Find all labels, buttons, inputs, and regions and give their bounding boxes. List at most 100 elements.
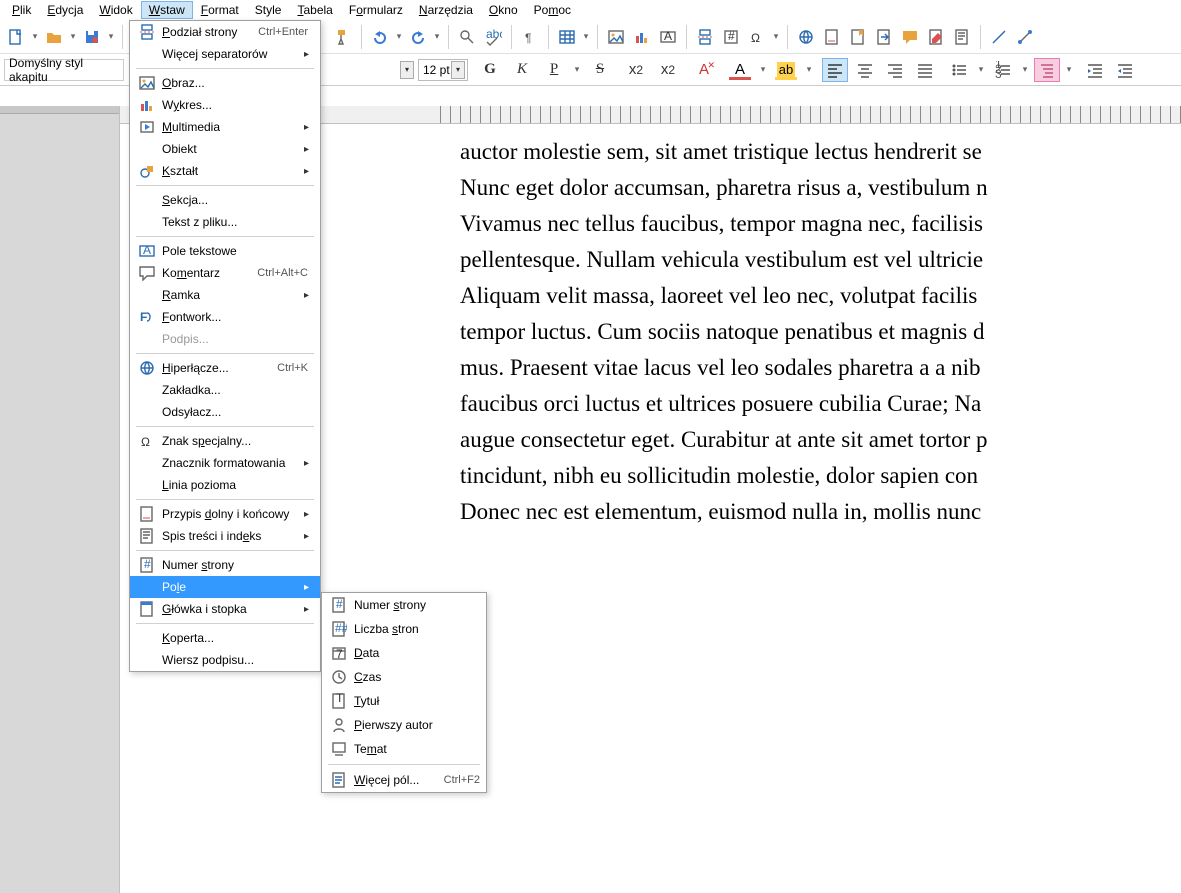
undo-button[interactable] [368, 25, 392, 49]
align-right-button[interactable] [882, 58, 908, 82]
redo-dropdown[interactable]: ▾ [432, 31, 442, 42]
insert-wykres[interactable]: Wykres... [130, 94, 320, 116]
save-button[interactable] [80, 25, 104, 49]
insert-table-button[interactable] [555, 25, 579, 49]
insert-numer-strony[interactable]: #Numer strony [130, 554, 320, 576]
record-changes-button[interactable] [950, 25, 974, 49]
insert-znak-specjalny[interactable]: ΩZnak specjalny... [130, 430, 320, 452]
insert-field-button[interactable]: # [719, 25, 743, 49]
insert-spis-treści-i-indeks[interactable]: Spis treści i indeks▸ [130, 525, 320, 547]
subscript-button[interactable]: x2 [654, 58, 682, 82]
insert-multimedia[interactable]: Multimedia▸ [130, 116, 320, 138]
open-dropdown[interactable]: ▾ [68, 31, 78, 42]
insert-table-dropdown[interactable]: ▾ [581, 31, 591, 42]
align-justify-button[interactable] [912, 58, 938, 82]
menu-wstaw[interactable]: Wstaw [141, 1, 193, 19]
field-numer-strony[interactable]: #Numer strony [322, 593, 486, 617]
save-dropdown[interactable]: ▾ [106, 31, 116, 42]
cross-ref-button[interactable] [872, 25, 896, 49]
field-liczba-stron[interactable]: ##Liczba stron [322, 617, 486, 641]
insert-kształt[interactable]: Kształt▸ [130, 160, 320, 182]
insert-odsyłacz[interactable]: Odsyłacz... [130, 401, 320, 423]
pilcrow-button[interactable]: ¶ [518, 25, 542, 49]
insert-główka-i-stopka[interactable]: Główka i stopka▸ [130, 598, 320, 620]
menu-widok[interactable]: Widok [91, 1, 140, 19]
new-doc-button[interactable] [4, 25, 28, 49]
bullet-list-button[interactable] [946, 58, 972, 82]
insert-koperta[interactable]: Koperta... [130, 627, 320, 649]
field-pierwszy-autor[interactable]: Pierwszy autor [322, 713, 486, 737]
insert-znacznik-formatowania[interactable]: Znacznik formatowania▸ [130, 452, 320, 474]
number-list-dropdown[interactable]: ▾ [1020, 64, 1030, 75]
insert-hiperłącze[interactable]: Hiperłącze...Ctrl+K [130, 357, 320, 379]
menu-tabela[interactable]: Tabela [289, 1, 340, 19]
font-color-dropdown[interactable]: ▾ [758, 64, 768, 75]
insert-tekst-z-pliku[interactable]: Tekst z pliku... [130, 211, 320, 233]
insert-pole-tekstowe[interactable]: APole tekstowe [130, 240, 320, 262]
bookmark-button[interactable] [846, 25, 870, 49]
redo-button[interactable] [406, 25, 430, 49]
insert-image-button[interactable] [604, 25, 628, 49]
paint-format-button[interactable] [331, 25, 355, 49]
menu-format[interactable]: Format [193, 1, 247, 19]
line-button[interactable] [987, 25, 1011, 49]
font-name-dropdown[interactable]: ▾ [400, 61, 414, 79]
field-więcej-pól[interactable]: Więcej pól...Ctrl+F2 [322, 768, 486, 792]
document-body-text[interactable]: auctor molestie sem, sit amet tristique … [460, 134, 988, 530]
font-size-combo[interactable]: 12 pt▾ [418, 59, 468, 81]
italic-button[interactable]: K [508, 58, 536, 82]
menu-style[interactable]: Style [247, 1, 290, 19]
highlight-button[interactable]: ab [772, 58, 800, 82]
insert-zakładka[interactable]: Zakładka... [130, 379, 320, 401]
outline-list-dropdown[interactable]: ▾ [1064, 64, 1074, 75]
clear-format-button[interactable]: A✕ [690, 58, 718, 82]
strikethrough-button[interactable]: S [586, 58, 614, 82]
footnote-button[interactable] [820, 25, 844, 49]
underline-button[interactable]: P [540, 58, 568, 82]
indent-increase-button[interactable] [1082, 58, 1108, 82]
insert-chart-button[interactable] [630, 25, 654, 49]
insert-fontwork[interactable]: FFontwork... [130, 306, 320, 328]
align-center-button[interactable] [852, 58, 878, 82]
track-changes-button[interactable] [924, 25, 948, 49]
page-break-button[interactable] [693, 25, 717, 49]
insert-pole[interactable]: Pole▸ [130, 576, 320, 598]
special-char-dropdown[interactable]: ▾ [771, 31, 781, 42]
menu-okno[interactable]: Okno [481, 1, 526, 19]
paragraph-style-combo[interactable]: Domyślny styl akapitu [4, 59, 124, 81]
font-color-button[interactable]: A [726, 58, 754, 82]
outline-list-button[interactable] [1034, 58, 1060, 82]
align-left-button[interactable] [822, 58, 848, 82]
hyperlink-button[interactable] [794, 25, 818, 49]
menu-edycja[interactable]: Edycja [39, 1, 91, 19]
comment-button[interactable] [898, 25, 922, 49]
number-list-button[interactable]: 123 [990, 58, 1016, 82]
open-button[interactable] [42, 25, 66, 49]
insert-sekcja[interactable]: Sekcja... [130, 189, 320, 211]
menu-narzędzia[interactable]: Narzędzia [411, 1, 481, 19]
special-char-button[interactable]: Ω [745, 25, 769, 49]
font-size-dropdown[interactable]: ▾ [451, 61, 465, 79]
field-tytuł[interactable]: TTytuł [322, 689, 486, 713]
bold-button[interactable]: G [476, 58, 504, 82]
field-data[interactable]: 7Data [322, 641, 486, 665]
insert-wiersz-podpisu[interactable]: Wiersz podpisu... [130, 649, 320, 671]
spellcheck-button[interactable]: abc [481, 25, 505, 49]
new-doc-dropdown[interactable]: ▾ [30, 31, 40, 42]
underline-dropdown[interactable]: ▾ [572, 64, 582, 75]
menu-pomoc[interactable]: Pomoc [526, 1, 579, 19]
insert-linia-pozioma[interactable]: Linia pozioma [130, 474, 320, 496]
highlight-dropdown[interactable]: ▾ [804, 64, 814, 75]
insert-więcej-separatorów[interactable]: Więcej separatorów▸ [130, 43, 320, 65]
insert-przypis-dolny-i-końcowy[interactable]: Przypis dolny i końcowy▸ [130, 503, 320, 525]
field-czas[interactable]: Czas [322, 665, 486, 689]
bullet-list-dropdown[interactable]: ▾ [976, 64, 986, 75]
insert-komentarz[interactable]: KomentarzCtrl+Alt+C [130, 262, 320, 284]
insert-ramka[interactable]: Ramka▸ [130, 284, 320, 306]
insert-obraz[interactable]: Obraz... [130, 72, 320, 94]
indent-decrease-button[interactable] [1112, 58, 1138, 82]
menu-formularz[interactable]: Formularz [341, 1, 411, 19]
find-button[interactable] [455, 25, 479, 49]
undo-dropdown[interactable]: ▾ [394, 31, 404, 42]
basic-shapes-button[interactable] [1013, 25, 1037, 49]
